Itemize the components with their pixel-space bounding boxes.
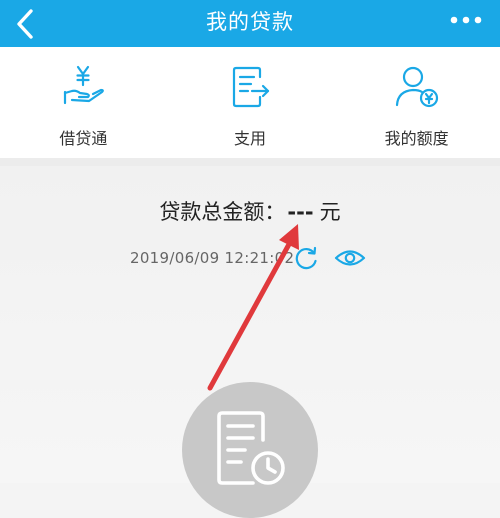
update-timestamp: 2019/06/09 12:21:02 [130,249,295,267]
shortcut-label: 借贷通 [59,129,108,148]
shortcut-zhiyong[interactable]: 支用 [167,47,334,158]
eye-icon [335,250,366,266]
section-divider [0,158,500,166]
shortcut-my-quota[interactable]: 我的额度 [333,47,500,158]
page-title: 我的贷款 [206,10,294,34]
loan-record-button[interactable] [182,382,318,518]
refresh-button[interactable] [294,245,320,271]
more-button[interactable] [434,0,482,40]
shortcut-row: 借贷通 支用 我的额度 [0,47,500,158]
top-nav-bar: 我的贷款 [0,0,500,47]
loan-total-label: 贷款总金额： [159,200,286,224]
document-transfer-icon [232,66,270,108]
currency-unit: 元 [319,200,341,224]
shortcut-label: 支用 [234,129,267,148]
refresh-icon [296,246,317,270]
user-yen-icon [395,66,438,108]
loan-total-row: 贷款总金额：--- 元 [0,196,500,226]
hand-yen-icon [64,65,105,105]
shortcut-label: 我的额度 [384,129,449,148]
loan-total-amount: --- [287,200,314,224]
toggle-visibility-button[interactable] [334,247,366,269]
shortcut-jiedaitong[interactable]: 借贷通 [0,47,167,158]
more-dots-icon [450,16,482,24]
update-time-row: 2019/06/09 12:21:02 [130,246,366,270]
document-clock-icon [217,411,285,485]
